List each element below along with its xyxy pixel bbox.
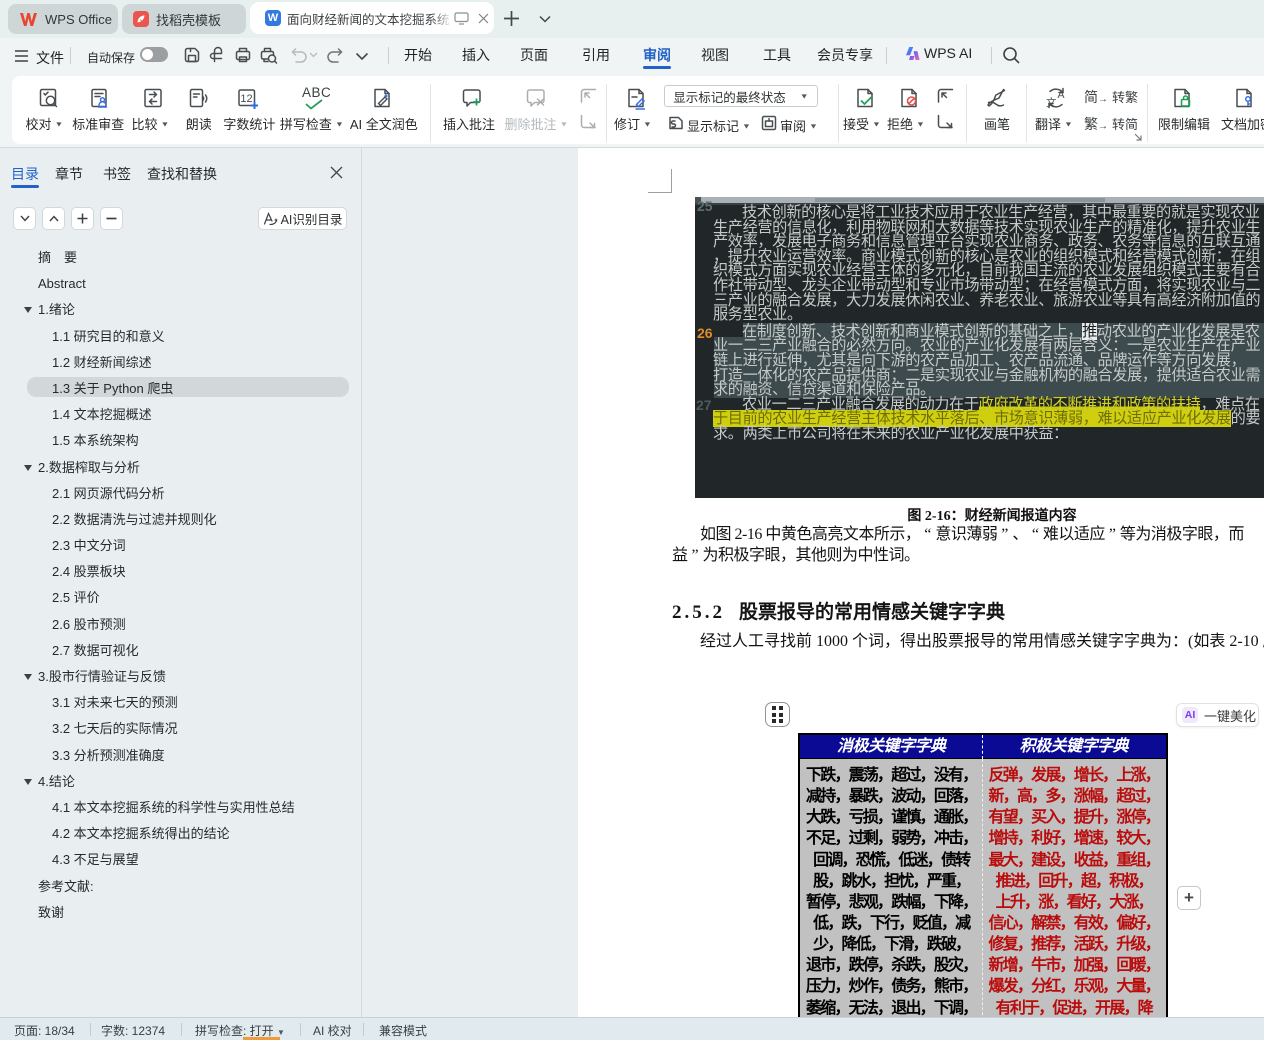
svg-text:文: 文 xyxy=(1046,96,1057,109)
svg-text:12: 12 xyxy=(240,93,252,105)
svg-text:A: A xyxy=(1058,89,1065,101)
